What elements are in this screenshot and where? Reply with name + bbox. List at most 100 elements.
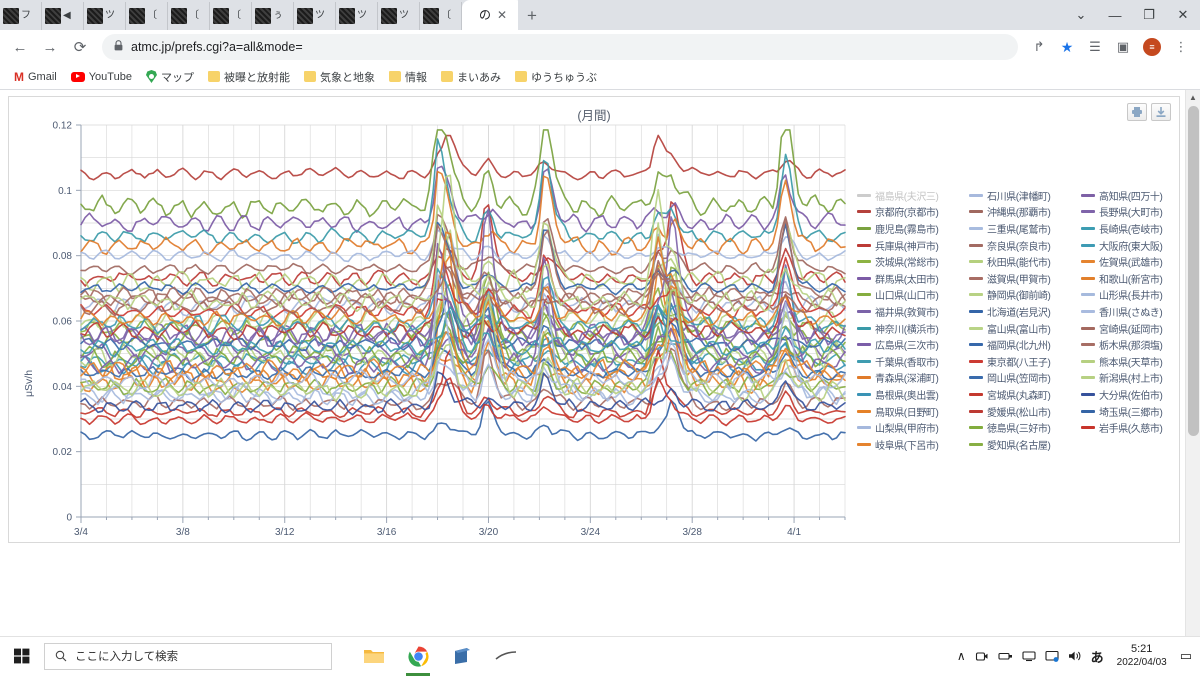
usb-icon[interactable] — [998, 649, 1013, 663]
camera-icon[interactable] — [975, 649, 989, 663]
legend-item[interactable]: 兵庫県(神戸市) — [857, 237, 969, 254]
legend-item[interactable]: 新潟県(村上市) — [1081, 370, 1193, 387]
forward-button[interactable]: → — [36, 33, 64, 61]
legend-item[interactable]: 奈良県(奈良市) — [969, 237, 1081, 254]
legend-item[interactable]: 広島県(三次市) — [857, 336, 969, 353]
store-icon[interactable] — [442, 637, 482, 676]
address-bar[interactable]: atmc.jp/prefs.cgi?a=all&mode= — [102, 34, 1018, 60]
bookmark-item[interactable]: 被曝と放射能 — [202, 67, 296, 87]
legend-item[interactable]: 静岡県(御前崎) — [969, 287, 1081, 304]
new-tab-button[interactable]: + — [518, 2, 546, 30]
legend-item[interactable]: 秋田県(能代市) — [969, 253, 1081, 270]
browser-tab[interactable]: ツ — [378, 2, 420, 30]
bookmark-item[interactable]: YouTube — [65, 69, 138, 85]
browser-tab[interactable]: ツ — [84, 2, 126, 30]
taskbar-search-input[interactable]: ここに入力して検索 — [44, 643, 332, 670]
legend-item[interactable]: 青森県(深浦町) — [857, 370, 969, 387]
browser-tab[interactable]: ◀ — [42, 2, 84, 30]
legend-item[interactable]: 大分県(佐伯市) — [1081, 386, 1193, 403]
legend-item[interactable]: 高知県(四万十) — [1081, 187, 1193, 204]
legend-item[interactable]: 山口県(山口市) — [857, 287, 969, 304]
browser-tab[interactable]: 〔 — [210, 2, 252, 30]
bookmark-item[interactable]: 気象と地象 — [298, 67, 381, 87]
legend-item[interactable]: 佐賀県(武雄市) — [1081, 253, 1193, 270]
tray-expand-icon[interactable]: ∧ — [957, 649, 966, 663]
reading-list-icon[interactable]: ☰ — [1082, 34, 1108, 60]
display-icon[interactable] — [1045, 649, 1059, 663]
browser-tab-active[interactable]: の✕ — [462, 0, 518, 30]
volume-icon[interactable] — [1068, 649, 1082, 663]
browser-tab[interactable]: フ — [0, 2, 42, 30]
legend-item[interactable]: 東京都(八王子) — [969, 353, 1081, 370]
network-icon[interactable] — [1022, 649, 1036, 663]
legend-item[interactable]: 香川県(さぬき) — [1081, 303, 1193, 320]
minimize-button[interactable]: — — [1098, 0, 1132, 30]
page-scrollbar[interactable]: ▲ ▼ — [1185, 90, 1200, 665]
bookmark-item[interactable]: マップ — [140, 67, 200, 87]
legend-item[interactable]: 宮崎県(延岡市) — [1081, 320, 1193, 337]
bookmark-star-icon[interactable]: ★ — [1054, 34, 1080, 60]
legend-item[interactable]: 神奈川(横浜市) — [857, 320, 969, 337]
browser-tab[interactable]: 〔 — [126, 2, 168, 30]
browser-tab[interactable]: ツ — [294, 2, 336, 30]
legend-item[interactable]: 和歌山(新宮市) — [1081, 270, 1193, 287]
legend-item[interactable]: 鳥取県(日野町) — [857, 403, 969, 420]
legend-item[interactable]: 京都府(京都市) — [857, 204, 969, 221]
back-button[interactable]: ← — [6, 33, 34, 61]
legend-item[interactable]: 岐阜県(下呂市) — [857, 436, 969, 453]
legend-item[interactable]: 徳島県(三好市) — [969, 419, 1081, 436]
legend-item[interactable]: 岡山県(笠岡市) — [969, 370, 1081, 387]
tab-search-chevron-icon[interactable]: ⌄ — [1064, 0, 1098, 30]
bookmark-item[interactable]: まいあみ — [435, 67, 507, 87]
legend-item[interactable]: 島根県(奥出雲) — [857, 386, 969, 403]
scroll-up-arrow[interactable]: ▲ — [1186, 90, 1200, 105]
bookmark-item[interactable]: MGmail — [8, 68, 63, 86]
pen-icon[interactable] — [486, 637, 526, 676]
legend-item[interactable]: 岩手県(久慈市) — [1081, 419, 1193, 436]
legend-item[interactable]: 大阪府(東大阪) — [1081, 237, 1193, 254]
chrome-icon[interactable] — [398, 637, 438, 676]
legend-item[interactable]: 富山県(富山市) — [969, 320, 1081, 337]
share-icon[interactable]: ↱ — [1026, 34, 1052, 60]
file-explorer-icon[interactable] — [354, 637, 394, 676]
legend-item[interactable]: 愛知県(名古屋) — [969, 436, 1081, 453]
start-icon[interactable] — [0, 637, 44, 676]
side-panel-icon[interactable]: ▣ — [1110, 34, 1136, 60]
legend-item[interactable]: 福島県(夫沢三) — [857, 187, 969, 204]
legend-item[interactable]: 栃木県(那須塩) — [1081, 336, 1193, 353]
notifications-icon[interactable]: ▭ — [1180, 648, 1192, 664]
legend-item[interactable]: 群馬県(太田市) — [857, 270, 969, 287]
legend-item[interactable]: 愛媛県(松山市) — [969, 403, 1081, 420]
legend-item[interactable]: 茨城県(常総市) — [857, 253, 969, 270]
chrome-menu-icon[interactable]: ⋮ — [1168, 34, 1194, 60]
legend-item[interactable]: 山梨県(甲府市) — [857, 419, 969, 436]
scrollbar-thumb[interactable] — [1188, 106, 1199, 436]
legend-item[interactable]: 三重県(尾鷲市) — [969, 220, 1081, 237]
ime-mode-indicator[interactable]: あ — [1091, 647, 1104, 666]
maximize-button[interactable]: ❐ — [1132, 0, 1166, 30]
legend-item[interactable]: 埼玉県(三郷市) — [1081, 403, 1193, 420]
legend-item[interactable]: 千葉県(香取市) — [857, 353, 969, 370]
legend-item[interactable]: 沖縄県(那覇市) — [969, 204, 1081, 221]
legend-item[interactable]: 滋賀県(甲賀市) — [969, 270, 1081, 287]
legend-item[interactable]: 長崎県(壱岐市) — [1081, 220, 1193, 237]
legend-item[interactable]: 宮城県(丸森町) — [969, 386, 1081, 403]
legend-item[interactable]: 山形県(長井市) — [1081, 287, 1193, 304]
browser-tab[interactable]: 〔 — [420, 2, 462, 30]
legend-item[interactable]: 長野県(大町市) — [1081, 204, 1193, 221]
browser-tab[interactable]: ツ — [336, 2, 378, 30]
reload-button[interactable]: ⟳ — [66, 33, 94, 61]
close-window-button[interactable]: ✕ — [1166, 0, 1200, 30]
browser-tab[interactable]: ぅ — [252, 2, 294, 30]
legend-item[interactable]: 熊本県(天草市) — [1081, 353, 1193, 370]
profile-avatar[interactable]: ≡ — [1143, 38, 1161, 56]
close-tab-icon[interactable]: ✕ — [497, 8, 507, 22]
legend-item[interactable]: 北海道(岩見沢) — [969, 303, 1081, 320]
bookmark-item[interactable]: ゆうちゅうぶ — [509, 67, 603, 87]
bookmark-item[interactable]: 情報 — [383, 67, 433, 87]
legend-item[interactable]: 鹿児島(霧島市) — [857, 220, 969, 237]
legend-item[interactable]: 福岡県(北九州) — [969, 336, 1081, 353]
taskbar-clock[interactable]: 5:21 2022/04/03 — [1117, 643, 1167, 669]
legend-item[interactable]: 石川県(津幡町) — [969, 187, 1081, 204]
legend-item[interactable]: 福井県(敦賀市) — [857, 303, 969, 320]
